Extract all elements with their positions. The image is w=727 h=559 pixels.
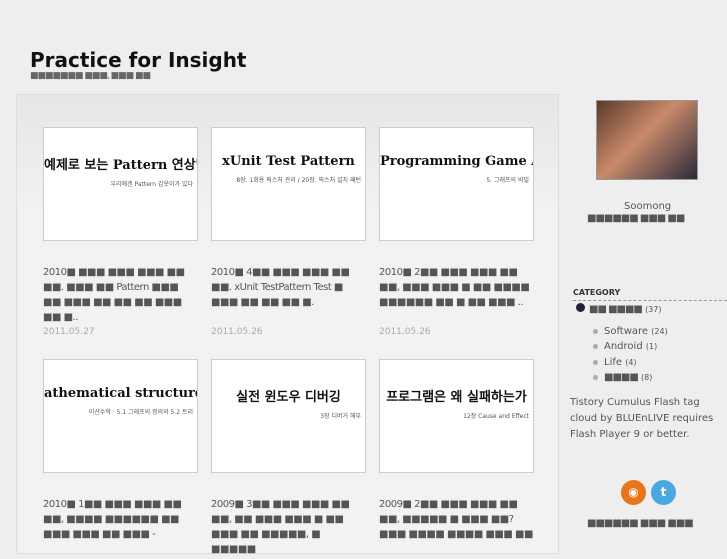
post-date: 2011.05.26 — [211, 327, 263, 337]
post-thumbnail[interactable]: athematical structure for Computer Scien… — [43, 359, 198, 473]
thumbnail-subtitle: 3장 디버거 해부 — [320, 413, 361, 420]
profile-tagline: ■■■■■■ ■■■ ■■ — [587, 213, 685, 224]
thumbnail-title: xUnit Test Pattern — [222, 154, 355, 169]
blog-title[interactable]: Practice for Insight — [30, 48, 247, 72]
twitter-icon[interactable]: t — [651, 480, 676, 505]
thumbnail-subtitle: 이산수학 · 5.1 그래프의 정의와 5.2 트리 — [88, 409, 193, 416]
category-label: Software — [604, 325, 649, 337]
thumbnail-title: 프로그램은 왜 실패하는가 — [386, 390, 527, 405]
thumbnail-subtitle: 8장. 1회용 픽스처 관리 / 20장. 픽스처 설치 패턴 — [236, 177, 361, 184]
post-card[interactable]: Programming Game AI by Example 5. 그래프의 비… — [379, 127, 534, 337]
post-card[interactable]: 실전 윈도우 디버깅 3장 디버거 해부 2009■ 3■■ ■■■ ■■■ ■… — [211, 359, 366, 559]
thumbnail-subtitle: 우리에겐 Pattern 갑옷이가 있다 — [110, 181, 193, 188]
post-grid: 예제로 보는 Pattern 연상법 우리에겐 Pattern 갑옷이가 있다 … — [16, 94, 559, 555]
category-item[interactable]: Android (1) — [593, 341, 657, 352]
thumbnail-title: 예제로 보는 Pattern 연상법 — [44, 158, 198, 173]
category-heading: CATEGORY — [573, 288, 727, 301]
thumbnail-subtitle: 5. 그래프의 비밀 — [486, 177, 529, 184]
post-card[interactable]: 예제로 보는 Pattern 연상법 우리에겐 Pattern 갑옷이가 있다 … — [43, 127, 198, 337]
rss-icon[interactable]: ◉ — [621, 480, 646, 505]
profile-name: Soomong — [624, 201, 672, 212]
thumbnail-title: Programming Game AI by Example — [380, 154, 533, 169]
category-item[interactable]: ■■ ■■■■ (37) — [576, 303, 661, 315]
post-thumbnail[interactable]: 실전 윈도우 디버깅 3장 디버거 해부 — [211, 359, 366, 473]
post-card[interactable]: xUnit Test Pattern 8장. 1회용 픽스처 관리 / 20장.… — [211, 127, 366, 337]
thumbnail-subtitle: 12장 Cause and Effect — [463, 413, 529, 420]
category-label: ■■■■ — [604, 372, 639, 383]
bullet-icon — [593, 359, 598, 365]
post-excerpt[interactable]: 2010■ 1■■ ■■■ ■■■ ■■ ■■, ■■■■ ■■■■■■ ■■ … — [43, 497, 198, 557]
bullet-icon — [593, 344, 598, 349]
post-excerpt[interactable]: 2010■ ■■■ ■■■ ■■■ ■■ ■■. ■■■ ■■ Pattern … — [43, 265, 198, 325]
category-item[interactable]: Life (4) — [593, 357, 637, 368]
post-thumbnail[interactable]: Programming Game AI by Example 5. 그래프의 비… — [379, 127, 534, 241]
category-label: ■■ ■■■■ — [589, 304, 643, 315]
collapse-icon[interactable] — [576, 303, 585, 312]
bullet-icon — [593, 375, 598, 380]
post-card[interactable]: 프로그램은 왜 실패하는가 12장 Cause and Effect 2009■… — [379, 359, 534, 559]
post-excerpt[interactable]: 2009■ 3■■ ■■■ ■■■ ■■ ■■, ■■ ■■■ ■■■ ■ ■■… — [211, 497, 366, 557]
blog-subtitle: ■■■■■■■ ■■■, ■■■ ■■ — [30, 71, 151, 81]
flash-note: Tistory Cumulus Flash tag cloud by BLUEn… — [570, 397, 714, 440]
post-excerpt[interactable]: 2010■ 4■■ ■■■ ■■■ ■■ ■■. xUnit TestPatte… — [211, 265, 366, 325]
category-count: (37) — [645, 305, 662, 314]
category-count: (1) — [645, 342, 658, 351]
thumbnail-title: 실전 윈도우 디버깅 — [236, 390, 341, 405]
post-thumbnail[interactable]: xUnit Test Pattern 8장. 1회용 픽스처 관리 / 20장.… — [211, 127, 366, 241]
category-count: (8) — [640, 373, 653, 382]
post-card[interactable]: athematical structure for Computer Scien… — [43, 359, 198, 559]
post-date: 2011.05.26 — [379, 327, 431, 337]
post-thumbnail[interactable]: 예제로 보는 Pattern 연상법 우리에겐 Pattern 갑옷이가 있다 — [43, 127, 198, 241]
category-count: (24) — [651, 326, 668, 336]
category-label: Life — [604, 356, 623, 368]
post-excerpt[interactable]: 2010■ 2■■ ■■■ ■■■ ■■ ■■, ■■■ ■■■ ■ ■■ ■■… — [379, 265, 534, 325]
bullet-icon — [593, 328, 598, 334]
category-item[interactable]: Software (24) — [593, 326, 668, 337]
post-thumbnail[interactable]: 프로그램은 왜 실패하는가 12장 Cause and Effect — [379, 359, 534, 473]
thumbnail-title: athematical structure for Computer Scien… — [44, 386, 198, 401]
category-count: (4) — [625, 357, 637, 367]
profile-avatar[interactable] — [596, 100, 698, 180]
category-label: Android — [604, 341, 643, 352]
post-date: 2011.05.27 — [43, 327, 95, 337]
category-item[interactable]: ■■■■ (8) — [593, 372, 652, 383]
sidebar-footer: ■■■■■■ ■■■ ■■■ — [587, 518, 694, 529]
post-excerpt[interactable]: 2009■ 2■■ ■■■ ■■■ ■■ ■■, ■■■■■ ■ ■■■ ■■?… — [379, 497, 534, 557]
